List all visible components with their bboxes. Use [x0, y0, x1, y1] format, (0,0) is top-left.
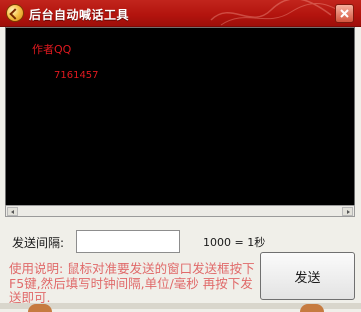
horizontal-scrollbar[interactable] — [5, 205, 355, 217]
interval-input[interactable] — [76, 230, 180, 253]
log-line-author: 作者QQ — [32, 43, 72, 56]
output-log[interactable]: 作者QQ 7161457 — [5, 27, 355, 217]
scroll-right-arrow-icon[interactable] — [342, 207, 353, 216]
close-icon — [340, 9, 349, 18]
unit-note: 1000 = 1秒 — [203, 236, 266, 249]
instructions-text: 使用说明: 鼠标对准要发送的窗口发送框按下F5键,然后填写时钟间隔,单位/毫秒 … — [9, 261, 255, 305]
decorative-orb-icon — [28, 304, 52, 312]
app-orb-icon — [7, 5, 23, 21]
decorative-orb-icon — [300, 304, 324, 312]
scroll-left-arrow-icon[interactable] — [7, 207, 18, 216]
title-bar[interactable]: 后台自动喊话工具 — [0, 0, 361, 27]
close-button[interactable] — [335, 4, 354, 23]
send-button[interactable]: 发送 — [260, 252, 355, 300]
interval-label: 发送间隔: — [12, 236, 65, 250]
bottom-strip — [0, 303, 361, 312]
log-line-qq: 7161457 — [54, 70, 99, 81]
window-title: 后台自动喊话工具 — [29, 8, 130, 22]
log-text: 作者QQ 7161457 — [18, 30, 99, 108]
